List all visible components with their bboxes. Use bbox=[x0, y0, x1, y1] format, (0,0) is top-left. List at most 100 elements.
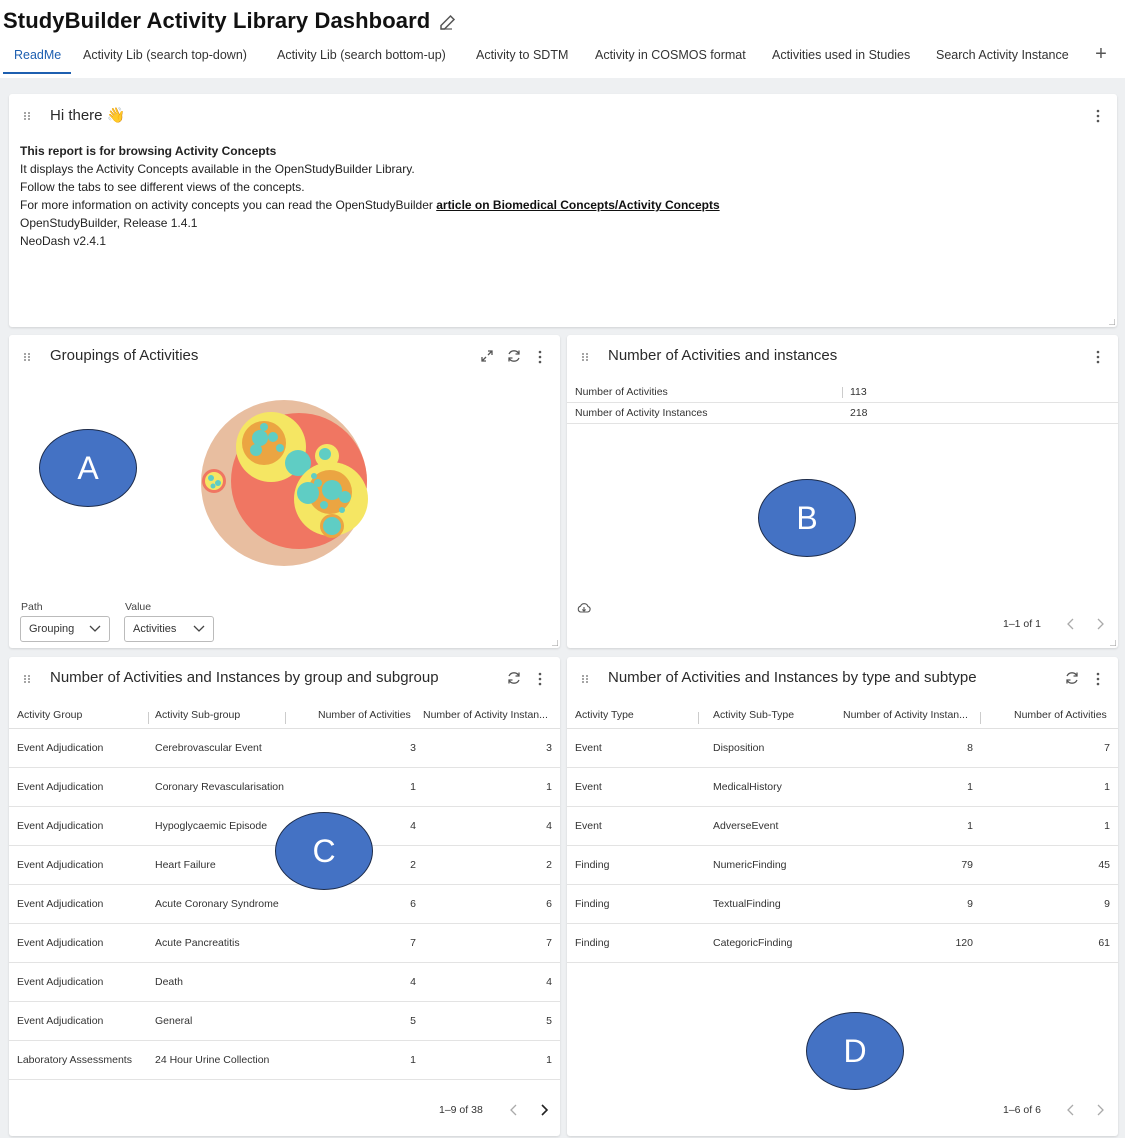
readme-line: Follow the tabs to see different views o… bbox=[20, 180, 305, 194]
neodash-version-text: NeoDash v2.4.1 bbox=[20, 234, 107, 248]
refresh-icon[interactable] bbox=[1064, 670, 1080, 686]
table-row[interactable]: Event Adjudication Cerebrovascular Event 3… bbox=[9, 729, 560, 768]
leaf-circle[interactable] bbox=[319, 448, 331, 460]
table-cell: Event Adjudication bbox=[17, 898, 104, 910]
table-cell: Death bbox=[155, 976, 184, 988]
table-cell: 6 bbox=[546, 898, 552, 910]
resize-handle-icon[interactable] bbox=[1110, 640, 1116, 646]
prev-page-icon[interactable] bbox=[509, 1104, 519, 1116]
more-options-icon[interactable] bbox=[1095, 108, 1101, 124]
table-cell: 2 bbox=[546, 859, 552, 871]
next-page-icon[interactable] bbox=[1095, 1104, 1105, 1116]
leaf-circle[interactable] bbox=[323, 517, 341, 535]
more-options-icon[interactable] bbox=[537, 671, 543, 687]
leaf-circle[interactable] bbox=[268, 432, 278, 442]
column-header[interactable]: Activity Type bbox=[575, 709, 634, 721]
table-cell: 4 bbox=[546, 820, 552, 832]
resize-handle-icon[interactable] bbox=[552, 640, 558, 646]
table-row[interactable]: Finding TextualFinding 9 9 bbox=[567, 885, 1118, 924]
tab-activity-lib-bottom-up[interactable]: Activity Lib (search bottom-up) bbox=[277, 40, 446, 74]
column-header[interactable]: Number of Activity Instan... bbox=[423, 709, 548, 721]
column-header[interactable]: Number of Activity Instan... bbox=[843, 709, 968, 721]
table-cell: 1 bbox=[410, 1054, 416, 1066]
leaf-circle[interactable] bbox=[339, 507, 345, 513]
tab-activity-to-sdtm[interactable]: Activity to SDTM bbox=[476, 40, 568, 74]
table-row[interactable]: Event Adjudication Acute Pancreatitis 7 7 bbox=[9, 924, 560, 963]
release-text: OpenStudyBuilder, Release 1.4.1 bbox=[20, 216, 198, 230]
value-select[interactable]: Activities bbox=[124, 616, 214, 642]
drag-handle-icon[interactable] bbox=[23, 111, 31, 121]
next-page-icon[interactable] bbox=[1095, 618, 1105, 630]
table-cell: CategoricFinding bbox=[713, 937, 793, 949]
resize-handle-icon[interactable] bbox=[1109, 319, 1115, 325]
leaf-circle[interactable] bbox=[208, 475, 214, 481]
leaf-circle[interactable] bbox=[339, 491, 351, 503]
table-cell: 7 bbox=[1104, 742, 1110, 754]
cloud-download-icon[interactable] bbox=[577, 602, 591, 614]
table-cell: Event Adjudication bbox=[17, 937, 104, 949]
table-row[interactable]: Finding NumericFinding 79 45 bbox=[567, 846, 1118, 885]
expand-icon[interactable] bbox=[479, 348, 495, 364]
table-row[interactable]: Event Adjudication General 5 5 bbox=[9, 1002, 560, 1041]
leaf-circle[interactable] bbox=[260, 423, 268, 431]
drag-handle-icon[interactable] bbox=[23, 674, 31, 684]
leaf-circle[interactable] bbox=[210, 483, 216, 489]
table-row[interactable]: Finding CategoricFinding 120 61 bbox=[567, 924, 1118, 963]
path-select[interactable]: Grouping bbox=[20, 616, 110, 642]
table-cell: Event bbox=[575, 820, 602, 832]
pagination-text: 1–6 of 6 bbox=[1003, 1104, 1041, 1116]
leaf-circle[interactable] bbox=[252, 430, 268, 446]
tab-bar: ReadMe Activity Lib (search top-down) Ac… bbox=[0, 40, 1125, 76]
leaf-circle[interactable] bbox=[314, 479, 322, 487]
table-cell: MedicalHistory bbox=[713, 781, 782, 793]
more-options-icon[interactable] bbox=[537, 349, 543, 365]
table-cell: Finding bbox=[575, 859, 610, 871]
table-cell: 7 bbox=[410, 937, 416, 949]
refresh-icon[interactable] bbox=[506, 348, 522, 364]
leaf-circle[interactable] bbox=[311, 473, 317, 479]
table-cell: Event Adjudication bbox=[17, 820, 104, 832]
leaf-circle[interactable] bbox=[250, 444, 262, 456]
column-header[interactable]: Number of Activities bbox=[318, 709, 411, 721]
annotation-marker-b: B bbox=[758, 479, 856, 557]
table-row[interactable]: Event Adjudication Acute Coronary Syndrom… bbox=[9, 885, 560, 924]
table-cell: Hypoglycaemic Episode bbox=[155, 820, 268, 832]
circle-packing-chart[interactable] bbox=[194, 393, 374, 568]
top-bar: StudyBuilder Activity Library Dashboard … bbox=[0, 0, 1125, 78]
by-group-title: Number of Activities and Instances by gr… bbox=[50, 669, 439, 686]
drag-handle-icon[interactable] bbox=[23, 352, 31, 362]
table-row[interactable]: Event MedicalHistory 1 1 bbox=[567, 768, 1118, 807]
tab-activities-used-in-studies[interactable]: Activities used in Studies bbox=[772, 40, 910, 74]
table-row[interactable]: Event AdverseEvent 1 1 bbox=[567, 807, 1118, 846]
column-header[interactable]: Activity Sub-Type bbox=[713, 709, 794, 721]
prev-page-icon[interactable] bbox=[1066, 1104, 1076, 1116]
article-link[interactable]: article on Biomedical Concepts/Activity … bbox=[436, 198, 719, 212]
table-row[interactable]: Event Adjudication Coronary Revascularisa… bbox=[9, 768, 560, 807]
prev-page-icon[interactable] bbox=[1066, 618, 1076, 630]
drag-handle-icon[interactable] bbox=[581, 352, 589, 362]
pencil-edit-icon[interactable] bbox=[438, 12, 458, 32]
dashboard-title: StudyBuilder Activity Library Dashboard bbox=[3, 8, 431, 33]
drag-handle-icon[interactable] bbox=[581, 674, 589, 684]
refresh-icon[interactable] bbox=[506, 670, 522, 686]
table-cell: Laboratory Assessments bbox=[17, 1054, 132, 1066]
tab-search-activity-instance[interactable]: Search Activity Instance bbox=[936, 40, 1069, 74]
more-options-icon[interactable] bbox=[1095, 349, 1101, 365]
leaf-circle[interactable] bbox=[276, 444, 284, 452]
table-row[interactable]: Event Adjudication Death 4 4 bbox=[9, 963, 560, 1002]
tab-readme[interactable]: ReadMe bbox=[14, 40, 61, 74]
table-cell: 1 bbox=[1104, 781, 1110, 793]
tab-activity-cosmos[interactable]: Activity in COSMOS format bbox=[595, 40, 746, 74]
table-row[interactable]: Event Disposition 8 7 bbox=[567, 729, 1118, 768]
leaf-circle[interactable] bbox=[320, 501, 328, 509]
column-header[interactable]: Activity Group bbox=[17, 709, 82, 721]
table-row[interactable]: Laboratory Assessments 24 Hour Urine Coll… bbox=[9, 1041, 560, 1080]
tab-activity-lib-top-down[interactable]: Activity Lib (search top-down) bbox=[83, 40, 247, 74]
more-options-icon[interactable] bbox=[1095, 671, 1101, 687]
column-header[interactable]: Activity Sub-group bbox=[155, 709, 240, 721]
next-page-icon[interactable] bbox=[539, 1104, 549, 1116]
plus-icon[interactable]: + bbox=[1092, 40, 1110, 70]
path-select-value: Grouping bbox=[29, 623, 75, 635]
column-header[interactable]: Number of Activities bbox=[1014, 709, 1107, 721]
leaf-circle[interactable] bbox=[215, 480, 221, 486]
